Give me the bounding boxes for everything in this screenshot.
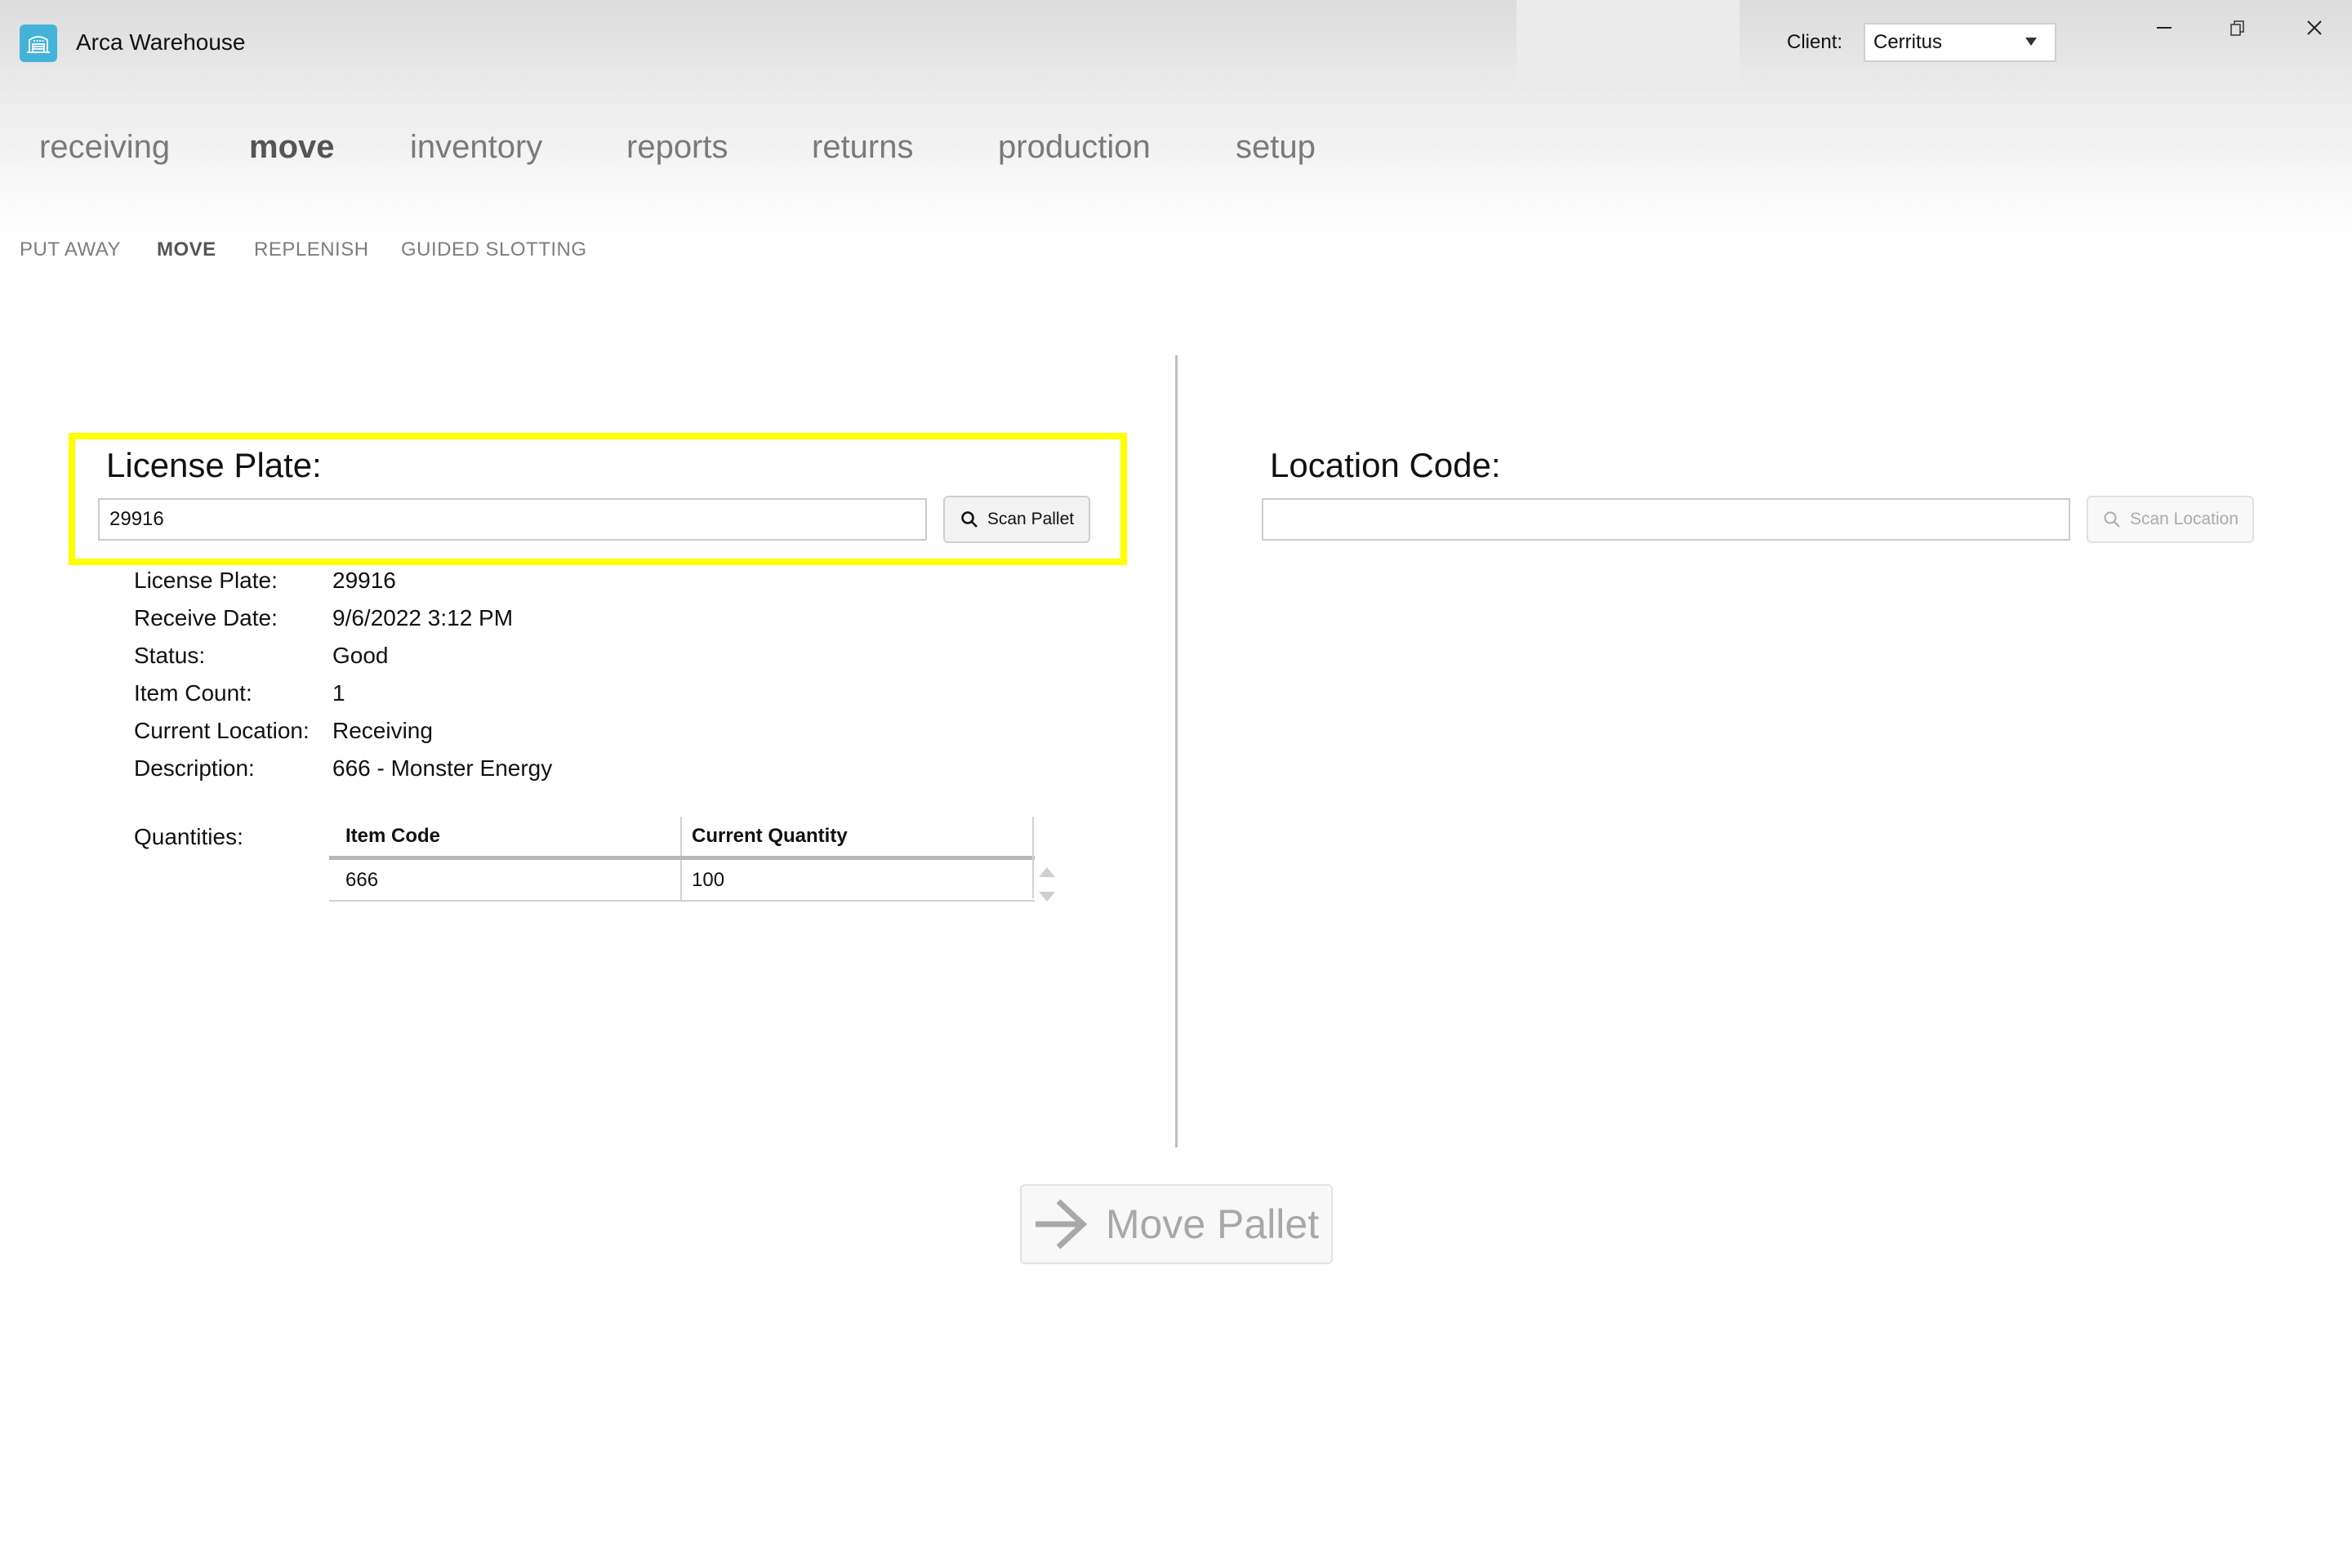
nav-item-move[interactable]: move [249,129,335,166]
location-code-title: Location Code: [1270,446,1501,484]
client-label: Client: [1787,31,1843,53]
detail-label: Status: [134,643,206,668]
restore-button[interactable] [2221,11,2254,44]
nav-item-reports[interactable]: reports [626,129,728,166]
title-bar-drag-region [1517,0,1740,82]
detail-value: 29916 [332,568,396,593]
chevron-down-icon [2025,38,2037,46]
column-header-current-quantity[interactable]: Current Quantity [680,817,1035,856]
minimize-icon [2157,27,2172,29]
cell-current-quantity: 100 [680,860,1035,900]
scan-location-label: Scan Location [2129,510,2239,528]
warehouse-icon [20,24,57,62]
subnav-move[interactable]: MOVE [157,238,216,261]
scroll-up-icon[interactable] [1039,867,1055,877]
quantities-label: Quantities: [134,824,243,849]
nav-item-receiving[interactable]: receiving [39,129,170,166]
cell-item-code: 666 [345,868,379,891]
license-plate-input[interactable]: 29916 [98,498,927,541]
subnav-put-away[interactable]: PUT AWAY [20,238,121,261]
detail-label: License Plate: [134,568,278,593]
detail-value: Good [332,643,389,668]
license-plate-title: License Plate: [106,446,322,484]
subnav-replenish[interactable]: REPLENISH [254,238,369,261]
client-selected-value: Cerritus [1873,31,1943,53]
arrow-right-icon [1035,1199,1088,1250]
close-button[interactable] [2298,11,2331,44]
minimize-button[interactable] [2148,11,2180,44]
nav-item-inventory[interactable]: inventory [410,129,542,166]
column-header-item-code[interactable]: Item Code [329,817,680,856]
detail-label: Current Location: [134,718,310,743]
restore-icon [2230,20,2244,36]
detail-label: Receive Date: [134,605,278,630]
detail-label: Item Count: [134,680,252,706]
detail-value: 1 [332,680,345,706]
scan-location-button[interactable]: Scan Location [2087,496,2254,543]
search-icon [961,511,978,528]
subnav-guided-slotting[interactable]: GUIDED SLOTTING [401,238,587,261]
table-row[interactable]: 666 100 [329,860,1035,902]
nav-item-returns[interactable]: returns [812,129,914,166]
table-header: Item Code Current Quantity [329,817,1035,860]
detail-value: 666 - Monster Energy [332,755,553,781]
move-pallet-label: Move Pallet [1105,1201,1320,1247]
detail-value: Receiving [332,718,433,743]
detail-label: Description: [134,755,255,781]
detail-value: 9/6/2022 3:12 PM [332,605,514,630]
quantities-table: Item Code Current Quantity 666 100 [329,817,1035,902]
nav-item-setup[interactable]: setup [1236,129,1316,166]
panel-divider [1175,355,1178,1147]
scan-pallet-button[interactable]: Scan Pallet [943,496,1090,543]
scroll-down-icon[interactable] [1039,892,1055,902]
scan-pallet-label: Scan Pallet [987,510,1075,528]
location-code-input[interactable] [1262,498,2070,541]
license-plate-input-value: 29916 [109,508,164,530]
close-icon [2307,20,2322,35]
search-icon [2104,511,2120,528]
app-title: Arca Warehouse [76,29,246,55]
table-border [1032,817,1034,898]
move-pallet-button[interactable]: Move Pallet [1020,1184,1333,1264]
client-dropdown[interactable]: Cerritus [1864,23,2056,62]
nav-item-production[interactable]: production [998,129,1151,166]
